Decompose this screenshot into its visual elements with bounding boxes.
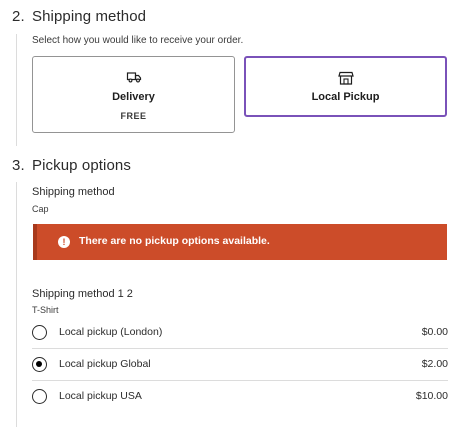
pickup-rate-price: $2.00 <box>421 358 448 370</box>
pickup-rate-label: Local pickup (London) <box>59 326 163 338</box>
pickup-rate-price: $0.00 <box>421 326 448 338</box>
pickup-options-step: 3. Pickup options Shipping method Cap ! T… <box>0 0 474 427</box>
pickup-rate-label: Local pickup USA <box>59 390 142 402</box>
radio-button[interactable] <box>32 325 47 340</box>
error-notice: ! There are no pickup options available. <box>33 224 447 260</box>
radio-button[interactable] <box>32 389 47 404</box>
step-rail <box>16 182 17 427</box>
radio-button[interactable] <box>32 357 47 372</box>
pickup-options-heading: 3. Pickup options <box>12 157 131 174</box>
pickup-rate-option[interactable]: Local pickup USA $10.00 <box>32 381 448 413</box>
pickup-rate-price: $10.00 <box>415 390 448 402</box>
alert-icon: ! <box>58 236 70 248</box>
pickup-rate-option[interactable]: Local pickup Global $2.00 <box>32 349 448 381</box>
package-title: Shipping method 1 2 <box>32 288 133 300</box>
step-number: 3. <box>12 157 25 174</box>
package-item: Cap <box>32 204 49 214</box>
package-item: T-Shirt <box>32 305 59 315</box>
step-title: Pickup options <box>32 157 131 174</box>
pickup-rate-label: Local pickup Global <box>59 358 151 370</box>
error-notice-text: There are no pickup options available. <box>79 235 270 247</box>
pickup-rate-option[interactable]: Local pickup (London) $0.00 <box>32 317 448 349</box>
package-title: Shipping method <box>32 186 115 198</box>
